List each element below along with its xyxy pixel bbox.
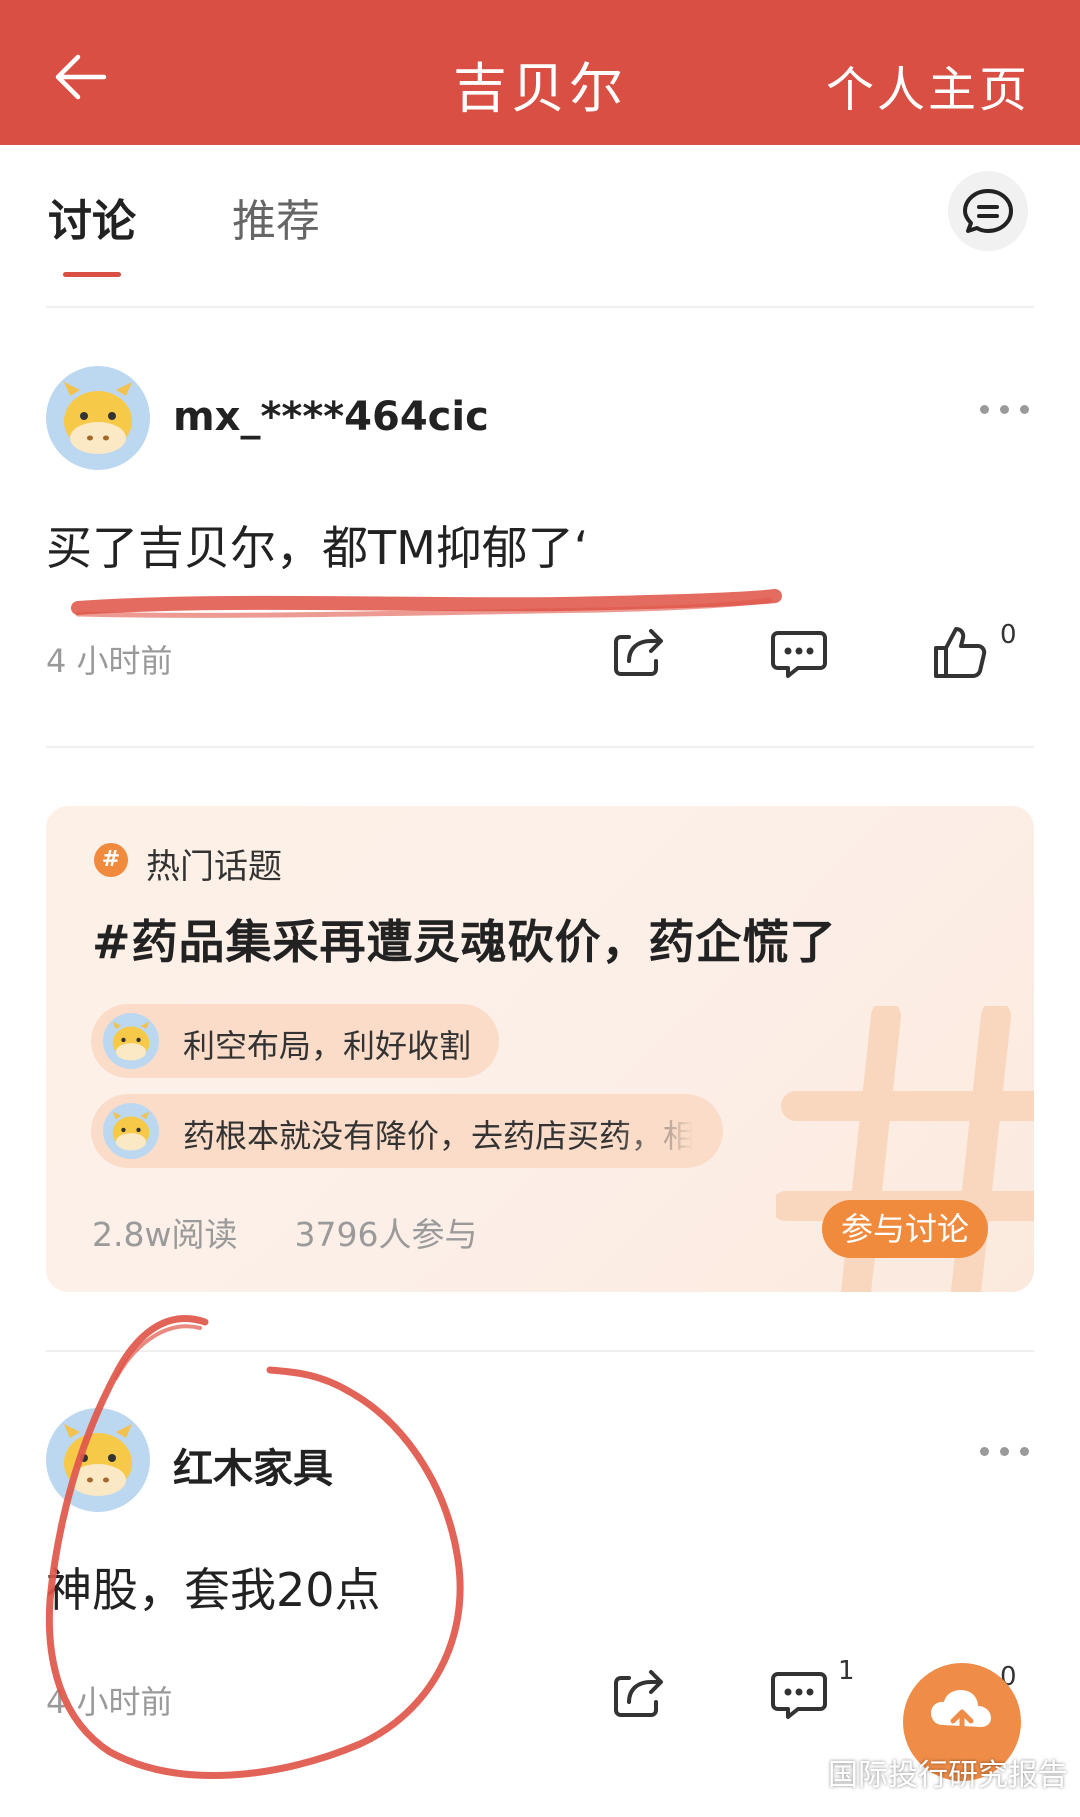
topic-comment-text: 药根本就没有降价，去药店买药，相 [183,1117,693,1155]
post-button[interactable] [948,171,1028,251]
tab-recommend[interactable]: 推荐 [232,185,320,249]
tab-bar: 讨论 推荐 [0,145,1080,307]
divider [46,306,1034,308]
cow-avatar-icon [64,1424,132,1496]
post-content: 神股，套我20点 [46,1563,381,1617]
tab-discussion[interactable]: 讨论 [48,185,136,249]
share-icon[interactable] [607,1662,669,1724]
post-time: 4 小时前 [46,1683,173,1721]
more-dots-icon[interactable] [980,1444,1030,1458]
chat-bubble-icon [963,189,1013,233]
wechat-icon [778,1750,821,1783]
post-time: 4 小时前 [46,642,173,680]
avatar [103,1103,159,1159]
topic-title[interactable]: #药品集采再遭灵魂砍价，药企慌了 [92,906,837,972]
divider [46,1350,1034,1352]
cow-avatar-icon [112,1021,150,1061]
hot-topic-card[interactable]: # 热门话题 #药品集采再遭灵魂砍价，药企慌了 利空布局，利好收割 药根本就没有… [46,806,1034,1292]
join-discussion-button[interactable]: 参与讨论 [822,1200,988,1258]
avatar [103,1013,159,1069]
topic-hash-icon: # [94,843,128,877]
topic-comment-bubble[interactable]: 药根本就没有降价，去药店买药，相 [91,1094,723,1168]
participant-count: 3796人参与 [294,1215,478,1254]
profile-link[interactable]: 个人主页 [826,50,1030,120]
active-tab-indicator [63,272,121,277]
more-dots-icon[interactable] [980,402,1030,416]
top-bar: 吉贝尔 个人主页 [0,0,1080,145]
hot-topic-label: 热门话题 [146,847,282,887]
like-count: 0 [1000,620,1017,650]
username[interactable]: mx_****464cic [173,394,489,440]
topic-stats: 2.8w阅读 3796人参与 [92,1208,477,1256]
thumbs-up-icon[interactable] [928,621,990,683]
post-content: 买了吉贝尔，都TM抑郁了‘ [46,521,589,575]
cow-avatar-icon [112,1111,150,1151]
topic-comment-text: 利空布局，利好收割 [183,1027,472,1065]
topic-comment-bubble[interactable]: 利空布局，利好收割 [91,1004,499,1078]
comment-icon[interactable] [768,621,830,683]
read-count: 2.8w阅读 [92,1215,238,1254]
stock-discussion-page: 吉贝尔 个人主页 讨论 推荐 mx_****464cic 买了吉贝尔，都TM抑郁… [0,0,1080,1817]
watermark-text: 国际投行研究报告 [828,1758,1068,1793]
username[interactable]: 红木家具 [173,1436,333,1494]
avatar[interactable] [46,1408,150,1512]
divider [46,746,1034,748]
comment-icon[interactable] [768,1662,830,1724]
share-icon[interactable] [607,621,669,683]
cow-avatar-icon [64,382,132,454]
comment-count: 1 [838,1656,855,1686]
avatar[interactable] [46,366,150,470]
